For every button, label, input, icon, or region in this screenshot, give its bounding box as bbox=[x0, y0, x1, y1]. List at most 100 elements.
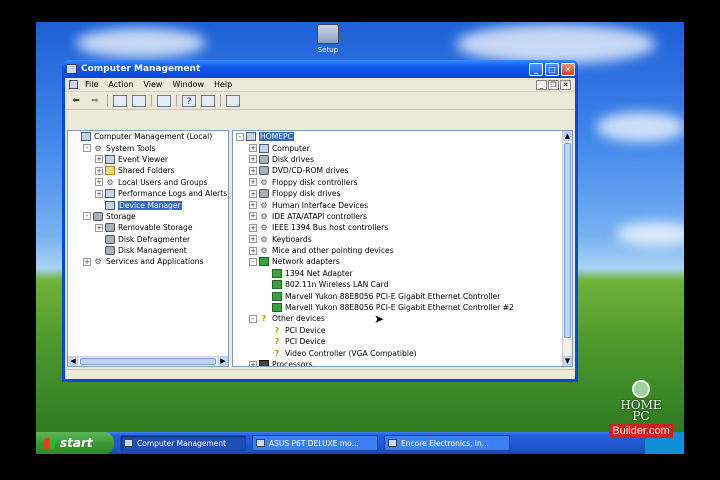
help-icon[interactable]: ? bbox=[182, 94, 196, 107]
child-restore-button[interactable]: ❐ bbox=[548, 79, 559, 90]
tree-item[interactable]: + Shared Folders bbox=[68, 165, 228, 176]
expand-icon[interactable]: + bbox=[95, 189, 103, 198]
expand-icon[interactable]: + bbox=[249, 189, 257, 198]
tree-item[interactable]: + Disk drives bbox=[233, 154, 572, 165]
tree-item[interactable]: 802.11n Wireless LAN Card bbox=[233, 279, 572, 290]
scroll-down-arrow-icon[interactable]: ▼ bbox=[563, 356, 572, 366]
tree-item[interactable]: Computer Management (Local) bbox=[68, 131, 228, 142]
expand-icon[interactable]: + bbox=[95, 166, 103, 175]
tree-item[interactable]: - Network adapters bbox=[233, 256, 572, 267]
tree-item[interactable]: + Processors bbox=[233, 359, 572, 366]
taskbar-item-computer-management[interactable]: Computer Management bbox=[120, 435, 246, 451]
device-tree-pane[interactable]: - HOMEPC + Computer + Disk drives + DVD/CD-ROM … bbox=[232, 130, 573, 367]
desktop-setup-icon[interactable]: Setup bbox=[314, 24, 342, 54]
print-icon[interactable] bbox=[157, 94, 171, 107]
menu-action[interactable]: Action bbox=[103, 80, 138, 89]
scroll-right-arrow-icon[interactable]: ▶ bbox=[218, 357, 228, 366]
right-vertical-scrollbar[interactable]: ▲ ▼ bbox=[562, 131, 572, 366]
expand-icon[interactable]: + bbox=[249, 201, 257, 210]
tree-item[interactable]: + ⚙ Services and Applications bbox=[68, 256, 228, 267]
tree-item[interactable]: Marvell Yukon 88E8056 PCI-E Gigabit Ethe… bbox=[233, 302, 572, 313]
setup-icon bbox=[317, 24, 339, 44]
expand-icon[interactable]: + bbox=[249, 166, 257, 175]
expand-icon[interactable]: + bbox=[249, 223, 257, 232]
forward-arrow-icon[interactable]: ➡ bbox=[88, 95, 102, 107]
scroll-left-arrow-icon[interactable]: ◀ bbox=[68, 357, 78, 366]
close-button[interactable]: ✕ bbox=[561, 62, 575, 76]
expand-icon[interactable]: + bbox=[249, 360, 257, 366]
expand-icon[interactable]: + bbox=[249, 212, 257, 221]
menu-file[interactable]: File bbox=[80, 80, 103, 89]
properties-icon[interactable] bbox=[201, 94, 215, 107]
scroll-up-arrow-icon[interactable]: ▲ bbox=[563, 131, 572, 141]
expand-icon[interactable]: + bbox=[249, 178, 257, 187]
tree-item[interactable]: - ⚙ System Tools bbox=[68, 142, 228, 153]
expand-icon[interactable]: + bbox=[83, 257, 91, 266]
menu-window[interactable]: Window bbox=[167, 80, 209, 89]
collapse-icon[interactable]: - bbox=[83, 212, 91, 221]
tree-item[interactable]: Device Manager bbox=[68, 199, 228, 210]
tree-item[interactable]: - HOMEPC bbox=[233, 131, 572, 142]
tree-item[interactable]: Disk Management bbox=[68, 245, 228, 256]
tree-item[interactable]: + Computer bbox=[233, 142, 572, 153]
start-button[interactable]: start bbox=[36, 432, 114, 454]
tree-item[interactable]: + ⚙ IDE ATA/ATAPI controllers bbox=[233, 211, 572, 222]
users-icon: ⚙ bbox=[106, 177, 114, 187]
expand-icon[interactable]: + bbox=[249, 144, 257, 153]
tree-item[interactable]: + Floppy disk drives bbox=[233, 188, 572, 199]
tree-item[interactable]: Marvell Yukon 88E8056 PCI-E Gigabit Ethe… bbox=[233, 290, 572, 301]
tree-item[interactable]: ? PCI Device bbox=[233, 325, 572, 336]
tree-item[interactable]: + DVD/CD-ROM drives bbox=[233, 165, 572, 176]
expand-icon[interactable]: + bbox=[95, 155, 103, 164]
collapse-icon[interactable]: - bbox=[83, 144, 91, 153]
disk-management-icon bbox=[105, 246, 115, 256]
left-horizontal-scrollbar[interactable]: ◀ ▶ bbox=[68, 356, 228, 366]
scrollbar-thumb[interactable] bbox=[80, 358, 216, 365]
scan-hardware-icon[interactable] bbox=[226, 94, 240, 107]
taskbar-item-encore[interactable]: Encore Electronics, In... bbox=[384, 435, 510, 451]
tree-item[interactable]: + Event Viewer bbox=[68, 154, 228, 165]
scrollbar-thumb[interactable] bbox=[564, 143, 571, 338]
document-icon[interactable] bbox=[69, 80, 78, 89]
expand-icon[interactable]: + bbox=[95, 223, 103, 232]
maximize-button[interactable]: □ bbox=[545, 62, 559, 76]
collapse-icon[interactable]: - bbox=[249, 257, 257, 266]
tree-item[interactable]: - Storage bbox=[68, 211, 228, 222]
tree-item[interactable]: ? PCI Device bbox=[233, 336, 572, 347]
tree-item[interactable]: + Performance Logs and Alerts bbox=[68, 188, 228, 199]
tree-item[interactable]: -? Other devices bbox=[233, 313, 572, 324]
show-hide-tree-icon[interactable] bbox=[132, 94, 146, 107]
tree-item[interactable]: + ⚙ Local Users and Groups bbox=[68, 177, 228, 188]
tree-item[interactable]: + ⚙ Keyboards bbox=[233, 234, 572, 245]
expand-icon[interactable]: + bbox=[249, 235, 257, 244]
tree-item-label: PCI Device bbox=[285, 325, 326, 335]
console-tree-pane[interactable]: Computer Management (Local) - ⚙ System Tool… bbox=[67, 130, 229, 367]
child-close-button[interactable]: ✕ bbox=[560, 79, 571, 90]
expand-icon[interactable]: + bbox=[249, 155, 257, 164]
collapse-icon[interactable]: - bbox=[249, 314, 257, 323]
toolbar: ⬅ ➡ ? bbox=[65, 92, 575, 110]
app-icon bbox=[124, 439, 133, 447]
tree-item[interactable]: 1394 Net Adapter bbox=[233, 268, 572, 279]
taskbar-item-asus[interactable]: ASUS P6T DELUXE mo... bbox=[252, 435, 378, 451]
tree-item[interactable]: + ⚙ Human Interface Devices bbox=[233, 199, 572, 210]
back-arrow-icon[interactable]: ⬅ bbox=[69, 95, 83, 107]
minimize-button[interactable]: _ bbox=[529, 62, 543, 76]
tree-item[interactable]: + Removable Storage bbox=[68, 222, 228, 233]
menu-bar: File Action View Window Help _ ❐ ✕ bbox=[65, 78, 575, 92]
tree-item[interactable]: Disk Defragmenter bbox=[68, 234, 228, 245]
menu-help[interactable]: Help bbox=[209, 80, 237, 89]
tree-item-label: Local Users and Groups bbox=[118, 177, 208, 187]
collapse-icon[interactable]: - bbox=[236, 132, 244, 141]
tree-item[interactable]: ? Video Controller (VGA Compatible) bbox=[233, 347, 572, 358]
network-icon bbox=[272, 303, 282, 313]
title-bar[interactable]: Computer Management _ □ ✕ bbox=[62, 60, 578, 78]
tree-item[interactable]: + ⚙ IEEE 1394 Bus host controllers bbox=[233, 222, 572, 233]
menu-view[interactable]: View bbox=[138, 80, 167, 89]
tree-item[interactable]: + ⚙ Mice and other pointing devices bbox=[233, 245, 572, 256]
tree-item[interactable]: + ⚙ Floppy disk controllers bbox=[233, 177, 572, 188]
expand-icon[interactable]: + bbox=[249, 246, 257, 255]
expand-icon[interactable]: + bbox=[95, 178, 103, 187]
child-minimize-button[interactable]: _ bbox=[536, 79, 547, 90]
up-folder-icon[interactable] bbox=[113, 94, 127, 107]
